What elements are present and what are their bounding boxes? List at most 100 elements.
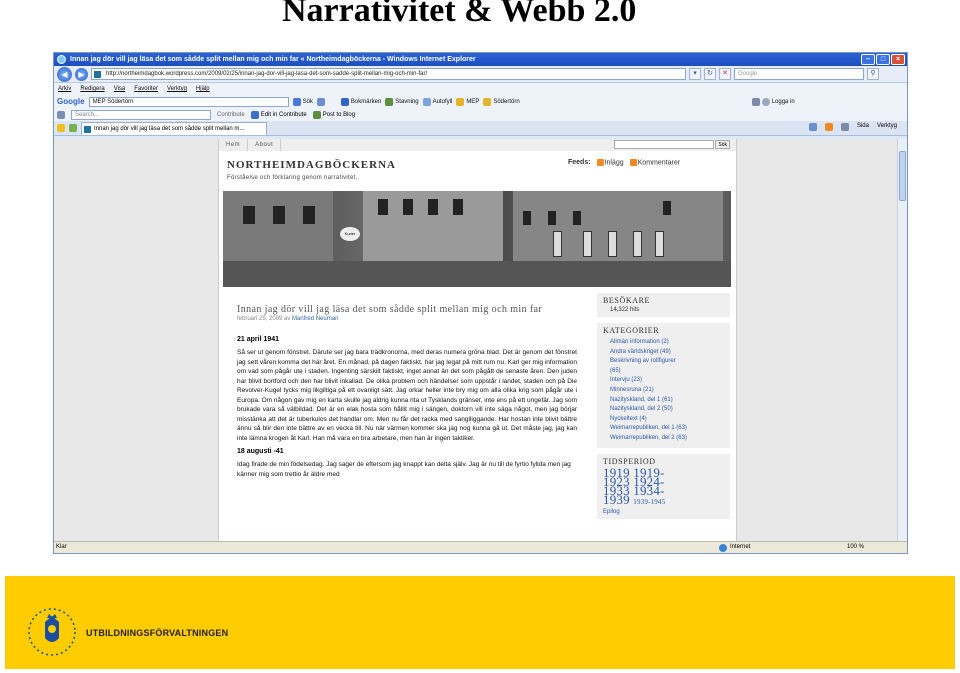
star-icon — [340, 97, 349, 106]
footer-band: UTBILDNINGSFÖRVALTNINGEN — [5, 576, 955, 669]
nav-home-link[interactable]: Hem — [219, 139, 249, 151]
google-login-button[interactable]: Logga in — [751, 97, 795, 106]
spellcheck-icon — [385, 97, 394, 106]
period-link[interactable]: 1939 — [603, 492, 630, 507]
visitors-count: 14,322 hits — [610, 307, 640, 313]
slide-title: Narrativitet & Webb 2.0 — [282, 0, 637, 29]
post-title[interactable]: Innan jag dör vill jag läsa det som sådd… — [237, 304, 577, 315]
zoom-level[interactable]: 100 % — [847, 542, 864, 553]
scrollbar-thumb[interactable] — [899, 151, 906, 201]
tab-current[interactable]: Innan jag dör vill jag läsa det som sådd… — [81, 121, 267, 135]
home-icon[interactable] — [808, 123, 817, 131]
category-link[interactable]: Allmän information (2) — [610, 338, 724, 348]
category-link[interactable]: Nyckeltext (4) — [610, 415, 724, 425]
contribute-search-input[interactable]: Search... — [71, 109, 211, 120]
categories-list: Allmän information (2) Andra världskrige… — [603, 338, 724, 444]
google-search-icon — [292, 97, 301, 106]
menu-visa[interactable]: Visa — [114, 83, 126, 95]
feed-comments-link[interactable]: Kommentarer — [629, 159, 680, 166]
menu-redigera[interactable]: Redigera — [80, 83, 104, 95]
google-search-button[interactable]: Sök — [292, 97, 313, 106]
url-input[interactable]: http://northeimdagbok.wordpress.com/2009… — [91, 68, 686, 80]
category-link[interactable]: Nazityskland, del 1 (61) — [610, 396, 724, 406]
menu-verktyg[interactable]: Verktyg — [167, 83, 187, 95]
post-meta: februari 25, 2009 av Manfred Neuman — [237, 316, 339, 322]
browser-search-input[interactable]: Google — [734, 68, 864, 80]
feeds-icon[interactable] — [824, 123, 833, 131]
window-controls: – □ × — [861, 54, 905, 65]
command-bar: Sida Verktyg — [808, 123, 897, 131]
dropdown-arrow-icon[interactable]: ▾ — [689, 68, 701, 80]
period-link[interactable]: 1939-1945 — [633, 498, 665, 506]
google-bookmarks-button[interactable]: Bokmärken — [340, 97, 381, 106]
category-link[interactable]: Nazityskland, del 2 (50) — [610, 405, 724, 415]
folder-icon — [483, 97, 492, 106]
google-puzzle-button[interactable] — [316, 97, 325, 106]
entry-date-2: 18 augusti -41 — [237, 448, 284, 455]
menu-hjalp[interactable]: Hjälp — [196, 83, 210, 95]
blog-search-button[interactable]: Sök — [715, 140, 730, 149]
rss-icon — [629, 159, 637, 166]
edit-icon — [250, 110, 259, 119]
back-button[interactable]: ◀ — [57, 66, 72, 82]
category-link[interactable]: Weimarrepubliken, del 1 (63) — [610, 424, 724, 434]
google-autofill-button[interactable]: Autofyll — [422, 97, 452, 106]
blog-search-input[interactable] — [614, 140, 714, 149]
banner-sign: Kurier — [340, 227, 360, 241]
period-widget: Tidsperiod 1919 1919- 1923 1924- 1933 19… — [597, 453, 730, 519]
autofill-icon — [422, 97, 431, 106]
header-photo: Kurier — [223, 191, 731, 287]
contribute-label[interactable]: Contribute — [217, 112, 245, 118]
print-icon[interactable] — [840, 123, 849, 131]
feeds: Feeds: Inlägg Kommentarer — [568, 159, 680, 166]
blog-page: Hem About Sök Northeimdagböckerna Förstå… — [218, 139, 737, 541]
category-link[interactable]: Minnesruna (21) — [610, 386, 724, 396]
mep-logo-icon — [57, 110, 65, 119]
feeds-label: Feeds: — [568, 159, 591, 167]
blog-post: Innan jag dör vill jag läsa det som sådd… — [237, 304, 577, 479]
rss-icon — [596, 159, 604, 166]
search-icon[interactable]: ⚲ — [867, 68, 879, 80]
mep-link[interactable]: MEP — [456, 97, 479, 106]
page-viewport[interactable]: Hem About Sök Northeimdagböckerna Förstå… — [54, 139, 899, 541]
google-search-input[interactable]: MEP Södertörn — [88, 96, 289, 107]
blog-sidebar: Besökare 14,322 hits Kategorier Allmän i… — [597, 293, 730, 525]
pencil-icon — [456, 97, 465, 106]
refresh-icon[interactable]: ↻ — [704, 68, 716, 80]
categories-title: Kategorier — [603, 326, 660, 335]
epilog-link[interactable]: Epilog — [603, 509, 724, 515]
globe-icon — [719, 543, 727, 552]
google-spellcheck-button[interactable]: Stavning — [385, 97, 419, 106]
category-link[interactable]: Weimarrepubliken, del 2 (63) — [610, 434, 724, 444]
forward-button[interactable]: ▶ — [75, 67, 88, 81]
post-author-link[interactable]: Manfred Neuman — [292, 316, 338, 322]
stop-icon[interactable]: ✕ — [719, 68, 731, 80]
category-link[interactable]: (65) — [610, 367, 724, 377]
feed-posts-link[interactable]: Inlägg — [596, 159, 624, 166]
wrench-icon — [751, 97, 760, 106]
edit-in-contribute-button[interactable]: Edit in Contribute — [250, 110, 307, 119]
minimize-button[interactable]: – — [861, 54, 875, 65]
close-button[interactable]: × — [891, 54, 905, 65]
nav-about-link[interactable]: About — [248, 139, 282, 151]
favorites-star-icon[interactable] — [57, 124, 65, 132]
blog-header: Northeimdagböckerna Förståelse och förkl… — [219, 151, 736, 189]
visitors-title: Besökare — [603, 296, 651, 305]
add-favorite-icon[interactable] — [69, 124, 77, 132]
sodertorn-link[interactable]: Södertörn — [483, 97, 520, 106]
maximize-button[interactable]: □ — [876, 54, 890, 65]
post-to-blog-button[interactable]: Post to Blog — [312, 110, 355, 119]
vertical-scrollbar[interactable] — [897, 139, 907, 541]
tools-menu[interactable]: Verktyg — [877, 123, 897, 131]
category-link[interactable]: Andra världskriget (49) — [610, 348, 724, 358]
menu-favoriter[interactable]: Favoriter — [134, 83, 158, 95]
blog-nav: Hem About Sök — [219, 139, 736, 151]
puzzle-icon — [316, 97, 325, 106]
page-menu[interactable]: Sida — [857, 123, 869, 131]
blog-title[interactable]: Northeimdagböckerna — [227, 159, 396, 171]
menu-arkiv[interactable]: Arkiv — [58, 83, 71, 95]
category-link[interactable]: Intervju (23) — [610, 376, 724, 386]
category-link[interactable]: Beskrivning av rollfigurer — [610, 357, 724, 367]
visitors-widget: Besökare 14,322 hits — [597, 293, 730, 317]
ie-icon — [57, 55, 66, 64]
